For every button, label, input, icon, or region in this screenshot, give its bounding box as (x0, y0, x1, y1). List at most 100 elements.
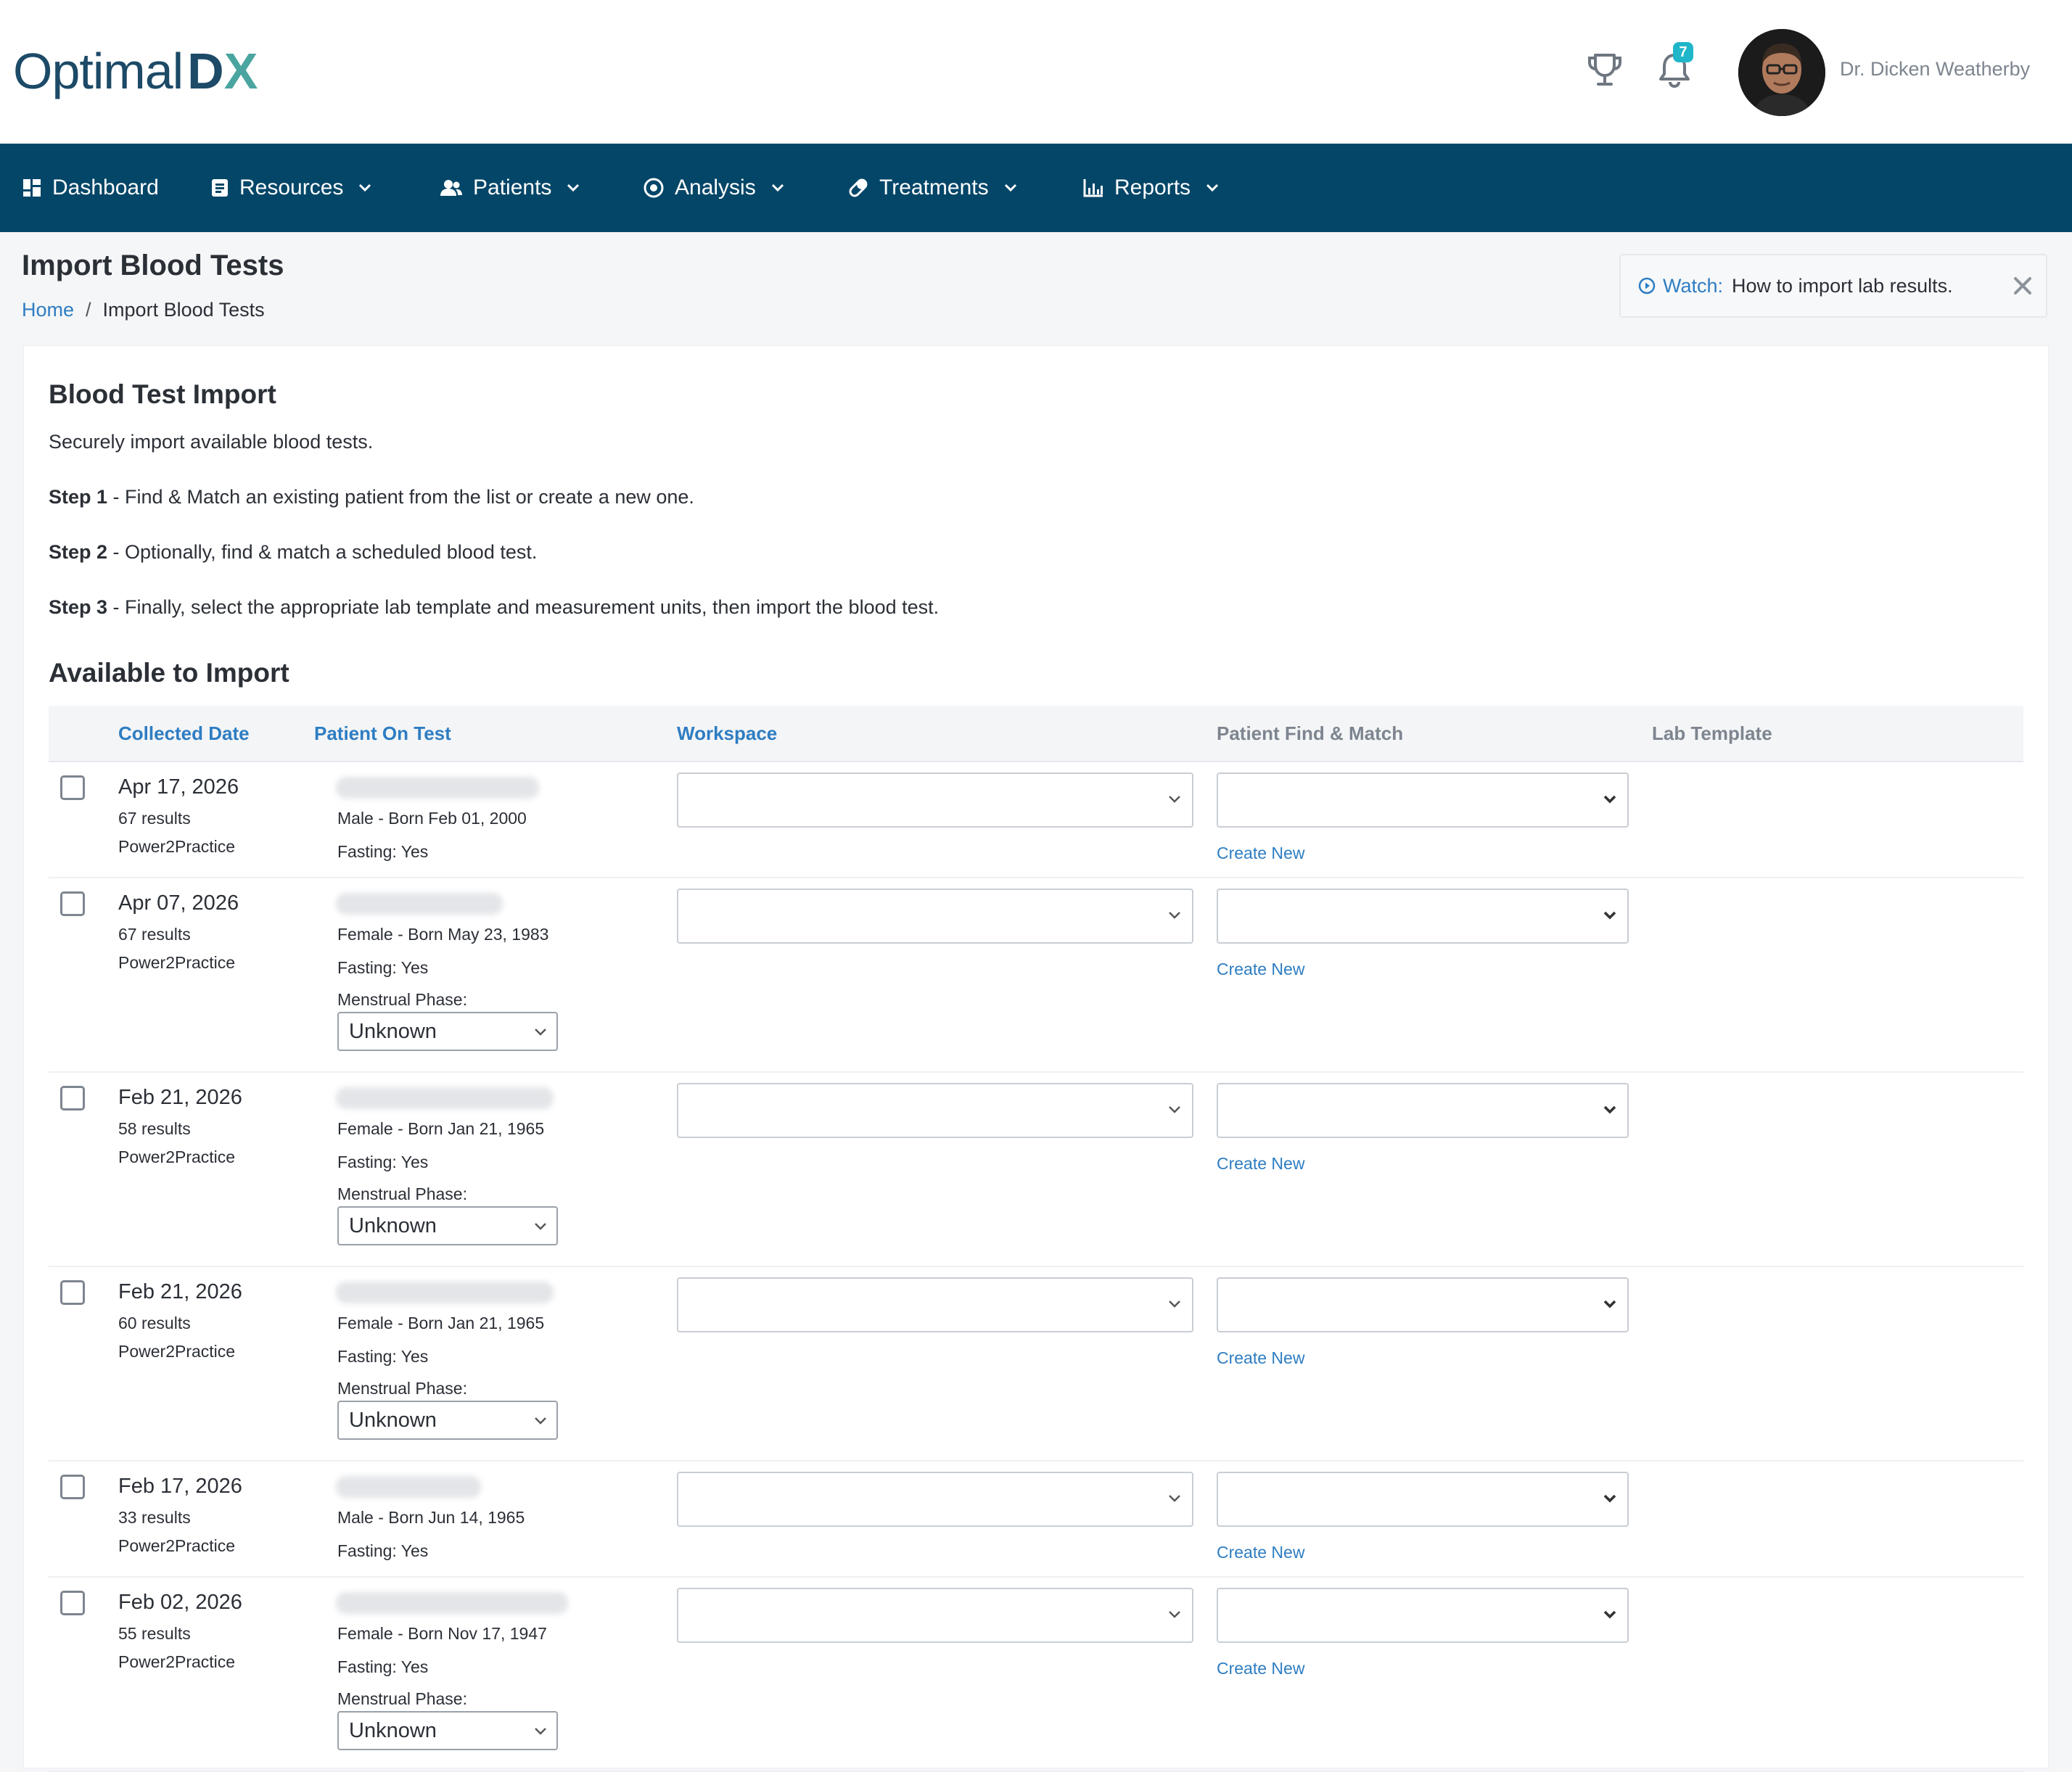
chevron-down-icon (1169, 1495, 1180, 1502)
patient-demographic: Female - Born Jan 21, 1965 (337, 1314, 545, 1332)
close-icon[interactable] (2008, 271, 2037, 300)
create-new-patient-link[interactable]: Create New (1217, 1659, 1304, 1678)
patient-demographic: Male - Born Jun 14, 1965 (337, 1508, 525, 1527)
menstrual-phase-label: Menstrual Phase: (337, 1689, 467, 1708)
avatar[interactable] (1738, 29, 1825, 116)
workspace-select[interactable] (677, 1083, 1193, 1138)
create-new-patient-link[interactable]: Create New (1217, 844, 1304, 863)
chevron-down-icon (567, 184, 580, 192)
patient-match-select[interactable] (1217, 1277, 1629, 1332)
row-select-checkbox[interactable] (60, 1591, 85, 1615)
patient-match-select[interactable] (1217, 772, 1629, 828)
nav-treatments[interactable]: Treatments (847, 144, 1018, 232)
lab-source: Power2Practice (118, 953, 236, 972)
fasting-status: Fasting: Yes (337, 1541, 429, 1560)
patient-name-redacted (336, 1282, 554, 1303)
fasting-status: Fasting: Yes (337, 1153, 429, 1171)
patient-match-select[interactable] (1217, 1472, 1629, 1527)
collected-date: Feb 17, 2026 (118, 1475, 242, 1498)
chevron-down-icon (535, 1029, 546, 1036)
table-header: Collected Date Patient On Test Workspace… (49, 706, 2023, 762)
row-select-checkbox[interactable] (60, 1475, 85, 1499)
patient-name-redacted (336, 1087, 554, 1109)
create-new-patient-link[interactable]: Create New (1217, 960, 1304, 979)
chevron-down-icon (1004, 184, 1016, 192)
chevron-down-icon (1206, 184, 1219, 192)
patient-match-select[interactable] (1217, 1588, 1629, 1643)
step-2-text: Step 2 - Optionally, find & match a sche… (49, 541, 538, 563)
import-card: Blood Test Import Securely import availa… (23, 345, 2049, 1772)
table-row: Feb 21, 2026 60 results Power2Practice Fema… (49, 1266, 2023, 1462)
document-icon (212, 179, 228, 197)
patient-demographic: Female - Born Nov 17, 1947 (337, 1624, 547, 1643)
patient-demographic: Male - Born Feb 01, 2000 (337, 809, 527, 828)
th-workspace[interactable]: Workspace (677, 706, 777, 761)
collected-date: Feb 02, 2026 (118, 1591, 242, 1614)
patient-match-select[interactable] (1217, 1083, 1629, 1138)
nav-dashboard[interactable]: Dashboard (22, 144, 159, 232)
table-row: Apr 17, 2026 67 results Power2Practice Male… (49, 761, 2023, 878)
page-title: Import Blood Tests (22, 250, 284, 281)
th-collected-date[interactable]: Collected Date (118, 706, 250, 761)
optimal-dx-logo[interactable]: Optimal DX (13, 42, 258, 100)
dashboard-icon (23, 179, 41, 197)
patient-match-select[interactable] (1217, 889, 1629, 944)
workspace-select[interactable] (677, 1588, 1193, 1643)
patient-demographic: Female - Born Jan 21, 1965 (337, 1119, 545, 1138)
menstrual-phase-value: Unknown (349, 1719, 437, 1742)
watch-link[interactable]: Watch: (1663, 275, 1723, 297)
nav-resources[interactable]: Resources (210, 144, 372, 232)
intro-text: Securely import available blood tests. (49, 431, 374, 453)
patient-name-redacted (336, 777, 539, 799)
nav-patients-label: Patients (473, 176, 552, 199)
lab-source: Power2Practice (118, 1652, 236, 1671)
collected-date: Feb 21, 2026 (118, 1280, 242, 1303)
nav-analysis[interactable]: Analysis (643, 144, 785, 232)
menstrual-phase-select[interactable]: Unknown (337, 1711, 558, 1750)
nav-patients[interactable]: Patients (440, 144, 580, 232)
workspace-select[interactable] (677, 772, 1193, 828)
menstrual-phase-select[interactable]: Unknown (337, 1206, 558, 1245)
chevron-down-icon (535, 1728, 546, 1735)
chevron-down-icon (1169, 1611, 1180, 1618)
row-select-checkbox[interactable] (60, 891, 85, 916)
nav-treatments-label: Treatments (879, 176, 989, 199)
lab-source: Power2Practice (118, 1342, 236, 1361)
create-new-patient-link[interactable]: Create New (1217, 1154, 1304, 1174)
lab-source: Power2Practice (118, 1536, 236, 1555)
menstrual-phase-select[interactable]: Unknown (337, 1012, 558, 1051)
table-row: Feb 02, 2026 55 results Power2Practice Fema… (49, 1576, 2023, 1772)
create-new-patient-link[interactable]: Create New (1217, 1543, 1304, 1562)
result-count: 67 results (118, 809, 191, 828)
result-count: 58 results (118, 1119, 191, 1138)
menstrual-phase-select[interactable]: Unknown (337, 1401, 558, 1440)
chevron-down-icon (1603, 1610, 1616, 1619)
nav-reports[interactable]: Reports (1082, 144, 1220, 232)
breadcrumb-home-link[interactable]: Home (22, 299, 74, 321)
watch-text[interactable]: How to import lab results. (1732, 275, 1953, 297)
chevron-down-icon (1603, 1300, 1616, 1309)
th-patient-find-match: Patient Find & Match (1217, 722, 1404, 744)
patient-name-redacted (336, 893, 503, 915)
workspace-select[interactable] (677, 889, 1193, 944)
workspace-select[interactable] (677, 1472, 1193, 1527)
row-select-checkbox[interactable] (60, 1086, 85, 1110)
result-count: 60 results (118, 1314, 191, 1332)
play-circle-icon[interactable] (1638, 277, 1656, 294)
chevron-down-icon (771, 184, 784, 192)
nav-dashboard-label: Dashboard (52, 176, 159, 199)
workspace-select[interactable] (677, 1277, 1193, 1332)
step-3-text: Step 3 - Finally, select the appropriate… (49, 596, 940, 618)
menstrual-phase-label: Menstrual Phase: (337, 1184, 467, 1203)
chevron-down-icon (1603, 1494, 1616, 1503)
menstrual-phase-value: Unknown (349, 1020, 437, 1043)
trophy-icon[interactable] (1583, 48, 1627, 91)
collected-date: Feb 21, 2026 (118, 1086, 242, 1109)
th-patient-on-test[interactable]: Patient On Test (314, 706, 451, 761)
row-select-checkbox[interactable] (60, 775, 85, 800)
row-select-checkbox[interactable] (60, 1280, 85, 1305)
result-count: 33 results (118, 1508, 191, 1527)
people-icon (440, 180, 462, 196)
create-new-patient-link[interactable]: Create New (1217, 1348, 1304, 1368)
user-name[interactable]: Dr. Dicken Weatherby (1840, 58, 2030, 81)
